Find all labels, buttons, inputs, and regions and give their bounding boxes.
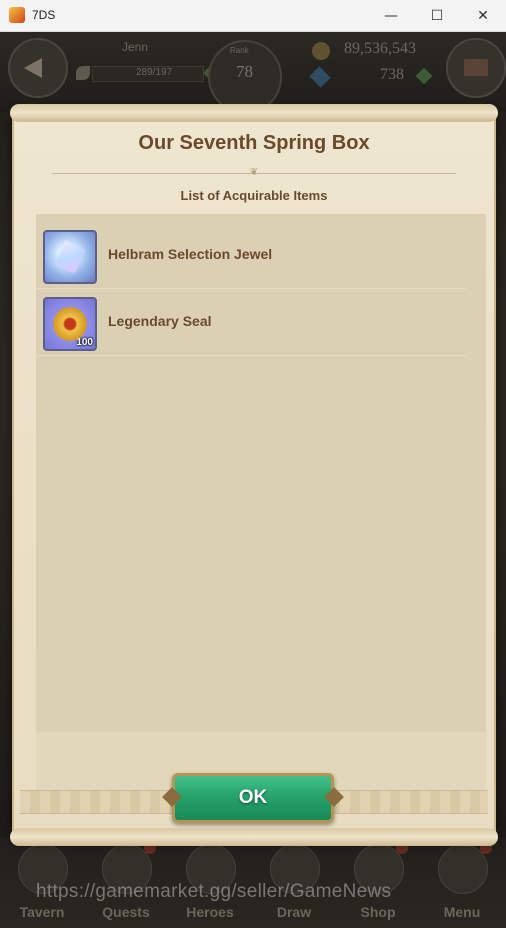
window-title: 7DS bbox=[32, 8, 56, 22]
stamina-icon bbox=[76, 66, 90, 80]
close-button[interactable]: ✕ bbox=[460, 0, 506, 31]
gold-amount: 89,536,543 bbox=[344, 40, 416, 57]
back-arrow-icon[interactable] bbox=[8, 38, 68, 98]
item-quantity: 100 bbox=[76, 337, 93, 348]
nav-menu[interactable]: Menu bbox=[420, 838, 504, 928]
dialog-subtitle: List of Acquirable Items bbox=[180, 188, 328, 203]
nav-label: Shop bbox=[360, 904, 396, 920]
minimize-button[interactable]: — bbox=[368, 0, 414, 31]
gem-amount: 738 bbox=[380, 66, 404, 83]
item-list[interactable]: Helbram Selection Jewel 100 Legendary Se… bbox=[36, 214, 486, 734]
scroll-roll-bottom bbox=[10, 828, 498, 846]
mail-icon[interactable] bbox=[446, 38, 506, 98]
watermark-text: https://gamemarket.gg/seller/GameNews bbox=[36, 881, 392, 902]
legendary-seal-icon[interactable]: 100 bbox=[43, 297, 97, 351]
top-hud: Jenn 289/197 Rank 78 89,536,543 738 bbox=[0, 32, 506, 114]
gem-icon bbox=[309, 66, 331, 88]
gold-coin-icon bbox=[312, 42, 330, 60]
maximize-button[interactable]: ☐ bbox=[414, 0, 460, 31]
app-icon bbox=[9, 7, 25, 23]
dialog-title: Our Seventh Spring Box bbox=[138, 132, 370, 154]
player-name: Jenn bbox=[122, 40, 149, 54]
stamina-value: 289/197 bbox=[136, 67, 173, 78]
nav-label: Tavern bbox=[19, 904, 65, 920]
box-contents-dialog: Our Seventh Spring Box ❦ List of Acquira… bbox=[10, 104, 498, 846]
selection-jewel-icon[interactable] bbox=[43, 230, 97, 284]
add-gems-button[interactable] bbox=[415, 67, 433, 85]
nav-label: Quests bbox=[102, 904, 150, 920]
list-item[interactable]: Helbram Selection Jewel bbox=[36, 222, 466, 289]
list-item[interactable]: 100 Legendary Seal bbox=[36, 289, 466, 356]
nav-label: Draw bbox=[276, 904, 312, 920]
ok-button[interactable]: OK bbox=[172, 773, 334, 823]
scroll-roll-top bbox=[10, 104, 498, 122]
nav-label: Heroes bbox=[186, 904, 234, 920]
item-name: Legendary Seal bbox=[108, 313, 212, 329]
window-titlebar: 7DS — ☐ ✕ bbox=[0, 0, 506, 32]
nav-label: Menu bbox=[443, 904, 481, 920]
ornament-icon: ❦ bbox=[249, 167, 259, 178]
rank-label: Rank bbox=[230, 46, 249, 55]
rank-value: 78 bbox=[236, 62, 253, 81]
item-name: Helbram Selection Jewel bbox=[108, 246, 273, 262]
